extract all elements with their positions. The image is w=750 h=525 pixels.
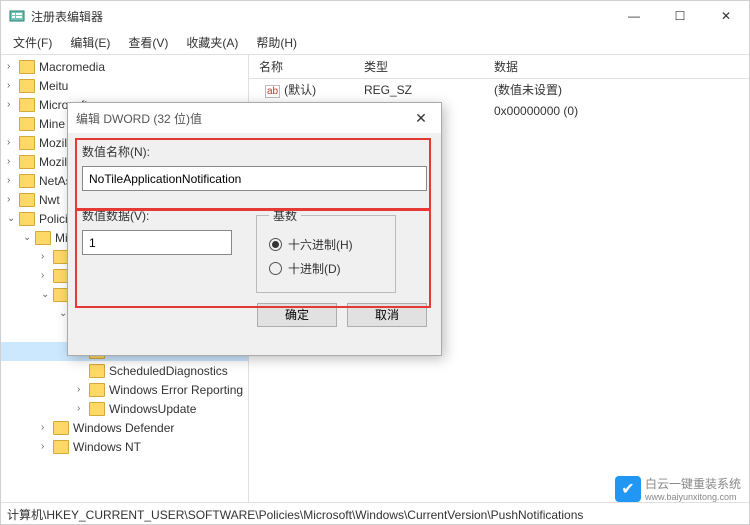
value-data: (数值未设置) [494,81,749,98]
value-name-label: 数值名称(N): [82,143,427,160]
menu-edit[interactable]: 编辑(E) [62,31,118,54]
cancel-button[interactable]: 取消 [347,303,427,327]
value-name-input[interactable] [82,166,427,191]
tree-item-label: Windows NT [73,440,141,454]
tree-item-label: ScheduledDiagnostics [109,364,228,378]
folder-icon [89,364,105,378]
tree-item-label: Mine [39,117,65,131]
tree-item-label: Windows Defender [73,421,174,435]
tree-toggle-icon[interactable]: › [7,80,19,91]
folder-icon [89,383,105,397]
statusbar: 计算机\HKEY_CURRENT_USER\SOFTWARE\Policies\… [1,502,749,524]
col-name[interactable]: 名称 [249,58,364,75]
radio-dec-input[interactable] [269,262,282,275]
tree-toggle-icon[interactable]: › [77,384,89,395]
base-legend: 基数 [269,207,301,224]
folder-icon [19,136,35,150]
close-button[interactable]: ✕ [703,1,749,31]
ok-button[interactable]: 确定 [257,303,337,327]
menu-file[interactable]: 文件(F) [5,31,60,54]
menu-favorites[interactable]: 收藏夹(A) [178,31,246,54]
value-data: 0x00000000 (0) [494,104,749,118]
folder-icon [19,193,35,207]
tree-item[interactable]: › WindowsUpdate [1,399,248,418]
menu-help[interactable]: 帮助(H) [248,31,305,54]
tree-toggle-icon[interactable]: › [7,175,19,186]
col-data[interactable]: 数据 [494,58,749,75]
tree-item[interactable]: › Windows NT [1,437,248,456]
menubar: 文件(F) 编辑(E) 查看(V) 收藏夹(A) 帮助(H) [1,31,749,55]
radio-dec[interactable]: 十进制(D) [269,256,383,280]
tree-toggle-icon[interactable]: ⌄ [41,289,53,300]
edit-dword-dialog: 编辑 DWORD (32 位)值 ✕ 数值名称(N): 数值数据(V): 基数 … [67,102,442,356]
tree-toggle-icon[interactable]: › [7,194,19,205]
tree-item-label: Windows Error Reporting [109,383,243,397]
folder-icon [19,155,35,169]
value-type: REG_SZ [364,83,494,97]
watermark-brand: 白云一键重装系统 [645,475,741,492]
tree-toggle-icon[interactable]: ⌄ [23,232,35,243]
minimize-button[interactable]: — [611,1,657,31]
tree-toggle-icon[interactable]: › [77,403,89,414]
tree-item[interactable]: › Macromedia [1,57,248,76]
tree-toggle-icon[interactable]: › [7,156,19,167]
tree-toggle-icon[interactable]: › [7,137,19,148]
tree-item[interactable]: › Meitu [1,76,248,95]
folder-icon [35,231,51,245]
regedit-icon [9,8,25,24]
tree-toggle-icon[interactable]: › [7,61,19,72]
folder-icon [19,79,35,93]
tree-toggle-icon[interactable]: › [41,270,53,281]
folder-icon [19,60,35,74]
watermark-url: www.baiyunxitong.com [645,492,741,502]
radio-hex[interactable]: 十六进制(H) [269,232,383,256]
folder-icon [89,402,105,416]
value-data-input[interactable] [82,230,232,255]
menu-view[interactable]: 查看(V) [120,31,176,54]
dialog-close-button[interactable]: ✕ [409,110,433,127]
radio-hex-input[interactable] [269,238,282,251]
folder-icon [19,174,35,188]
tree-item-label: Nwt [39,193,60,207]
value-data-label: 数值数据(V): [82,207,232,224]
dialog-titlebar[interactable]: 编辑 DWORD (32 位)值 ✕ [68,103,441,133]
list-row[interactable]: ab (默认) REG_SZ(数值未设置) [249,79,749,100]
tree-item[interactable]: › Windows Error Reporting [1,380,248,399]
tree-toggle-icon[interactable]: › [41,422,53,433]
value-name: (默认) [284,83,316,97]
tree-item-label: Meitu [39,79,68,93]
folder-icon [19,117,35,131]
list-header: 名称 类型 数据 [249,55,749,79]
folder-icon [53,440,69,454]
tree-toggle-icon[interactable]: › [41,251,53,262]
tree-item-label: WindowsUpdate [109,402,196,416]
tree-item[interactable]: › Windows Defender [1,418,248,437]
watermark: ✔ 白云一键重装系统 www.baiyunxitong.com [615,475,741,502]
window-title: 注册表编辑器 [31,8,611,25]
folder-icon [19,98,35,112]
base-fieldset: 基数 十六进制(H) 十进制(D) [256,207,396,293]
tree-item[interactable]: ScheduledDiagnostics [1,361,248,380]
tree-toggle-icon[interactable]: › [7,99,19,110]
titlebar: 注册表编辑器 — ☐ ✕ [1,1,749,31]
dialog-title: 编辑 DWORD (32 位)值 [76,110,202,127]
watermark-icon: ✔ [615,476,641,502]
maximize-button[interactable]: ☐ [657,1,703,31]
tree-item-label: Macromedia [39,60,105,74]
folder-icon [53,421,69,435]
tree-toggle-icon[interactable]: ⌄ [7,213,19,224]
tree-toggle-icon[interactable]: › [41,441,53,452]
string-value-icon: ab [265,85,280,98]
folder-icon [19,212,35,226]
col-type[interactable]: 类型 [364,58,494,75]
